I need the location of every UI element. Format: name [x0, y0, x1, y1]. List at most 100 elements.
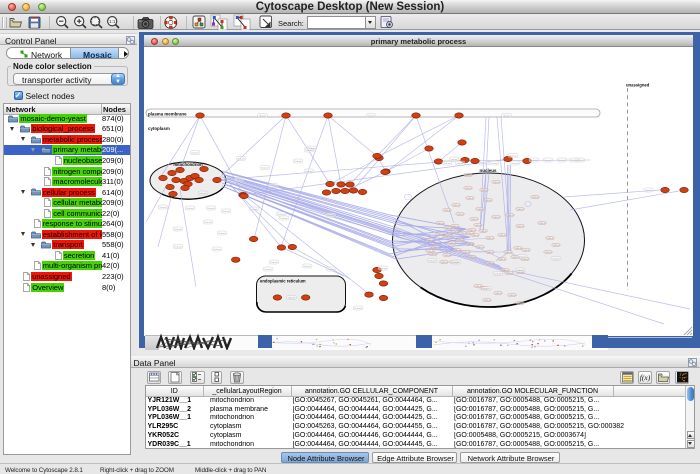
- svg-text:Unk-nd: Unk-nd: [281, 218, 289, 220]
- svg-text:YGR-t4: YGR-t4: [441, 261, 449, 264]
- svg-text:Unk-nd: Unk-nd: [262, 168, 270, 170]
- svg-text:Unk-nd: Unk-nd: [236, 180, 244, 182]
- svg-text:Unk-nd: Unk-nd: [309, 148, 317, 150]
- svg-text:YGR-t4: YGR-t4: [493, 181, 501, 184]
- svg-text:Unk-nd: Unk-nd: [512, 163, 520, 165]
- svg-text:Unk-nd: Unk-nd: [238, 159, 246, 161]
- svg-text:Unk-nd: Unk-nd: [545, 160, 553, 162]
- svg-text:YGR-t4: YGR-t4: [509, 294, 517, 297]
- svg-text:Unk-nd: Unk-nd: [380, 268, 388, 270]
- svg-text:mitochondrion: mitochondrion: [173, 162, 203, 167]
- svg-text:Unk-nd: Unk-nd: [288, 298, 296, 300]
- svg-text:Unk-nd: Unk-nd: [429, 261, 437, 263]
- svg-text:Unk-nd: Unk-nd: [208, 208, 216, 210]
- svg-text:Unk-nd: Unk-nd: [306, 150, 314, 152]
- svg-text:Unk-nd: Unk-nd: [571, 160, 579, 162]
- svg-text:YGR-t4: YGR-t4: [517, 302, 525, 305]
- svg-text:Unk-nd: Unk-nd: [355, 308, 363, 310]
- svg-text:YGR-t4: YGR-t4: [469, 229, 477, 232]
- svg-text:YGR-t4: YGR-t4: [452, 225, 460, 228]
- svg-text:YGR-t4: YGR-t4: [487, 237, 495, 240]
- svg-text:YGR-t4: YGR-t4: [452, 231, 460, 234]
- svg-text:YGR-t4: YGR-t4: [457, 213, 465, 216]
- svg-text:Unk-nd: Unk-nd: [175, 229, 183, 231]
- svg-text:Unk-nd: Unk-nd: [328, 215, 336, 217]
- svg-text:YGR-t4: YGR-t4: [539, 222, 547, 225]
- svg-text:Unk-nd: Unk-nd: [328, 269, 336, 271]
- svg-text:YGR-t4: YGR-t4: [481, 189, 489, 192]
- svg-text:YGR-t4: YGR-t4: [545, 251, 553, 254]
- svg-text:Unk-nd: Unk-nd: [187, 208, 195, 210]
- svg-text:plasma membrane: plasma membrane: [148, 112, 187, 117]
- svg-text:Unk-nd: Unk-nd: [265, 269, 273, 271]
- svg-text:Unk-nd: Unk-nd: [192, 153, 200, 155]
- svg-text:YGR-t4: YGR-t4: [427, 239, 435, 242]
- svg-text:YGR-t4: YGR-t4: [467, 243, 475, 246]
- svg-text:Unk-nd: Unk-nd: [219, 233, 227, 235]
- svg-text:YGR-t4: YGR-t4: [465, 187, 473, 190]
- svg-text:unassigned: unassigned: [626, 83, 650, 88]
- svg-text:YGR-t4: YGR-t4: [499, 258, 507, 261]
- svg-text:YGR-t4: YGR-t4: [445, 227, 453, 230]
- svg-text:YGR-t4: YGR-t4: [517, 225, 525, 228]
- svg-text:Unk-nd: Unk-nd: [517, 270, 525, 272]
- svg-text:YGR-t4: YGR-t4: [453, 204, 461, 207]
- svg-text:YGR-t4: YGR-t4: [463, 251, 471, 254]
- svg-text:YGR-t4: YGR-t4: [460, 232, 468, 235]
- svg-text:YGR-t4: YGR-t4: [433, 246, 441, 249]
- svg-text:Unk-nd: Unk-nd: [278, 214, 286, 216]
- svg-text:Unk-nd: Unk-nd: [645, 190, 653, 192]
- svg-text:YGR-t4: YGR-t4: [487, 251, 495, 254]
- svg-text:YGR-t4: YGR-t4: [475, 224, 483, 227]
- svg-text:YGR-t4: YGR-t4: [506, 272, 514, 275]
- svg-text:YGR-t4: YGR-t4: [485, 199, 493, 202]
- svg-text:YGR-t4: YGR-t4: [487, 262, 495, 265]
- svg-text:Unk-nd: Unk-nd: [453, 262, 461, 264]
- svg-text:YGR-t4: YGR-t4: [547, 237, 555, 240]
- svg-text:YGR-t4: YGR-t4: [444, 254, 452, 257]
- svg-text:Unk-nd: Unk-nd: [531, 160, 539, 162]
- svg-text:YGR-t4: YGR-t4: [495, 292, 503, 295]
- svg-text:YGR-t4: YGR-t4: [493, 216, 501, 219]
- svg-text:YGR-t4: YGR-t4: [477, 246, 485, 249]
- svg-text:Unk-nd: Unk-nd: [553, 259, 561, 261]
- svg-text:YGR-t4: YGR-t4: [445, 235, 453, 238]
- svg-text:Unk-nd: Unk-nd: [223, 211, 231, 213]
- svg-text:YGR-t4: YGR-t4: [437, 233, 445, 236]
- svg-text:YGR-t4: YGR-t4: [430, 253, 438, 256]
- svg-text:Unk-nd: Unk-nd: [175, 247, 183, 249]
- svg-text:Unk-nd: Unk-nd: [200, 193, 208, 195]
- svg-text:Unk-nd: Unk-nd: [295, 161, 303, 163]
- svg-text:YGR-t4: YGR-t4: [515, 247, 523, 250]
- svg-text:Unk-nd: Unk-nd: [271, 262, 279, 264]
- svg-text:Unk-nd: Unk-nd: [491, 163, 499, 165]
- svg-text:Unk-nd: Unk-nd: [205, 222, 213, 224]
- svg-text:YGR-t4: YGR-t4: [467, 197, 475, 200]
- svg-text:YGR-t4: YGR-t4: [454, 249, 462, 252]
- svg-text:Unk-nd: Unk-nd: [559, 160, 567, 162]
- svg-text:YGR-t4: YGR-t4: [507, 214, 515, 217]
- svg-text:Unk-nd: Unk-nd: [519, 257, 527, 259]
- svg-text:YGR-t4: YGR-t4: [532, 196, 540, 199]
- svg-text:YGR-t4: YGR-t4: [472, 234, 480, 237]
- svg-text:YGR-t4: YGR-t4: [444, 209, 452, 212]
- svg-text:endoplasmic reticulum: endoplasmic reticulum: [260, 279, 306, 284]
- svg-text:Unk-nd: Unk-nd: [503, 116, 511, 118]
- svg-text:YGR-t4: YGR-t4: [499, 234, 507, 237]
- svg-text:YGR-t4: YGR-t4: [517, 208, 525, 211]
- svg-text:Unk-nd: Unk-nd: [451, 159, 459, 161]
- svg-text:YGR-t4: YGR-t4: [469, 256, 477, 259]
- svg-text:Unk-nd: Unk-nd: [160, 207, 168, 209]
- svg-text:Unk-nd: Unk-nd: [510, 156, 518, 158]
- svg-text:f(x): f(x): [639, 373, 650, 382]
- svg-text:YGR-t4: YGR-t4: [477, 208, 485, 211]
- svg-text:Unk-nd: Unk-nd: [368, 116, 376, 118]
- svg-text:YGR-t4: YGR-t4: [449, 242, 457, 245]
- svg-text:Unk-nd: Unk-nd: [444, 163, 452, 165]
- svg-text:YGR-t4: YGR-t4: [427, 250, 435, 253]
- svg-text:Unk-nd: Unk-nd: [457, 163, 465, 165]
- svg-text:Unk-nd: Unk-nd: [214, 249, 222, 251]
- svg-text:YGR-t4: YGR-t4: [437, 222, 445, 225]
- svg-text:YGR-t4: YGR-t4: [471, 218, 479, 221]
- svg-text:Unk-nd: Unk-nd: [251, 209, 259, 211]
